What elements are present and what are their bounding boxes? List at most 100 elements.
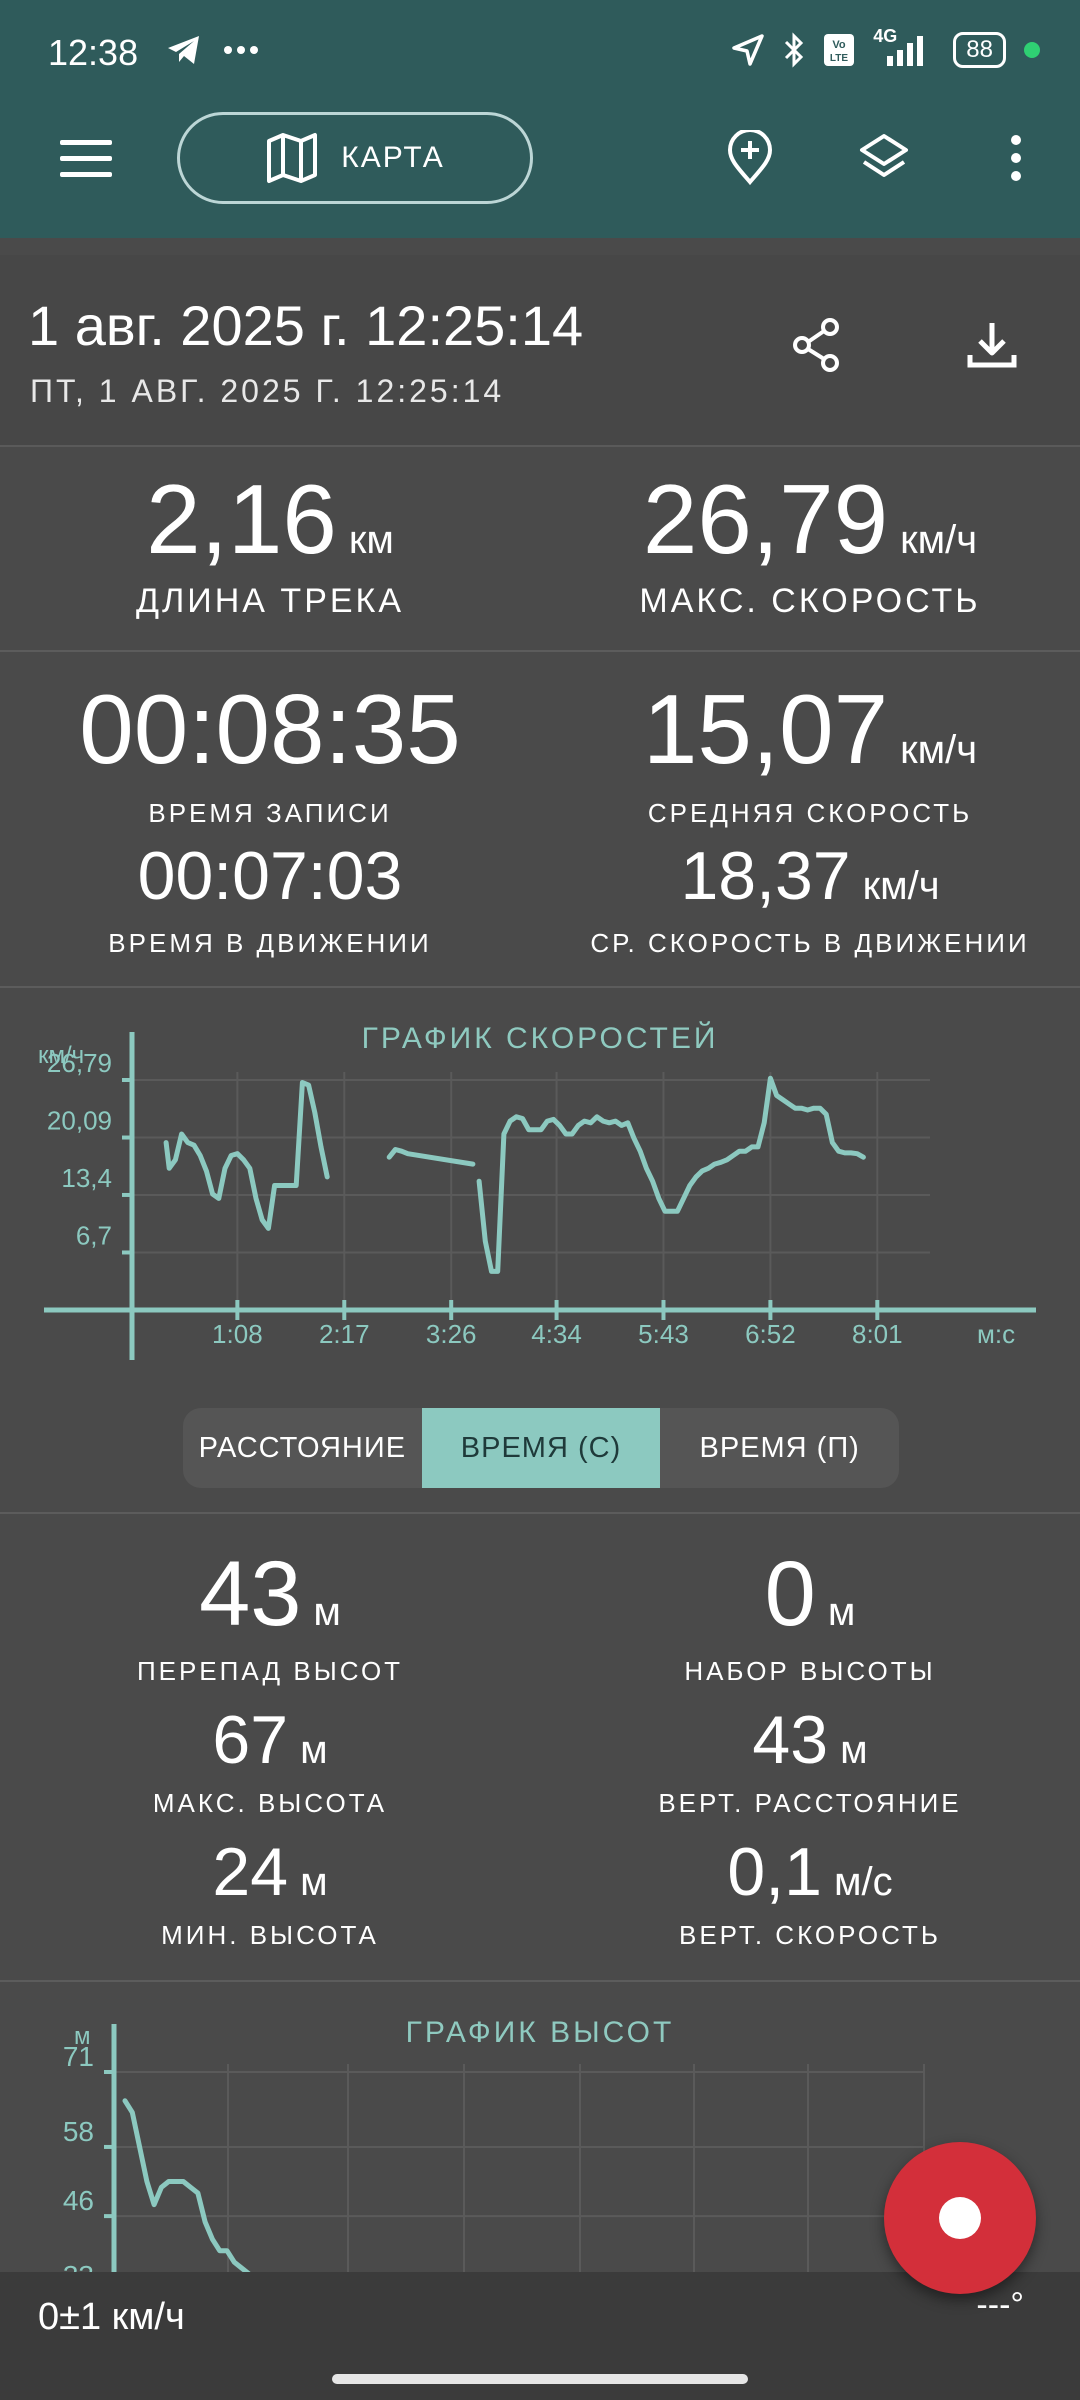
current-speed-readout: 0±1 км/ч	[38, 2296, 185, 2338]
track-header: 1 авг. 2025 г. 12:25:14 ПТ, 1 АВГ. 2025 …	[0, 255, 1080, 447]
chart-axis-toggle: РАССТОЯНИЕ ВРЕМЯ (С) ВРЕМЯ (П)	[183, 1408, 899, 1488]
svg-text:LTE: LTE	[830, 53, 848, 64]
add-location-icon[interactable]	[722, 130, 778, 186]
elev-gain-unit: м	[827, 1590, 856, 1634]
y-tick-label: 20,09	[47, 1106, 112, 1136]
vert-speed-value: 0,1	[727, 1834, 822, 1910]
y-tick-label: 71	[63, 2041, 94, 2072]
stat-track-length: 2,16 км ДЛИНА ТРЕКА	[0, 470, 540, 621]
x-tick-label: 3:26	[426, 1319, 477, 1349]
toolbar: КАРТА	[0, 110, 1080, 210]
y-tick-label: 33	[63, 2260, 94, 2272]
stat-elev-gain: 0м НАБОР ВЫСОТЫ	[540, 1548, 1080, 1687]
svg-text:Vo: Vo	[833, 39, 847, 51]
divider	[0, 650, 1080, 652]
moving-avg-speed-unit: км/ч	[862, 864, 940, 908]
divider	[0, 986, 1080, 988]
stat-elev-min: 24 м МИН. ВЫСОТА	[0, 1838, 540, 1951]
elev-max-unit: м	[300, 1728, 328, 1772]
elev-diff-label: ПЕРЕПАД ВЫСОТ	[136, 1656, 404, 1686]
more-options-icon[interactable]	[996, 130, 1036, 186]
x-tick-label: 6:52	[745, 1319, 796, 1349]
max-speed-label: МАКС. СКОРОСТЬ	[639, 582, 981, 620]
moving-time-label: ВРЕМЯ В ДВИЖЕНИИ	[108, 928, 432, 958]
track-date-subtitle: ПТ, 1 АВГ. 2025 Г. 12:25:14	[30, 373, 505, 409]
track-length-label: ДЛИНА ТРЕКА	[135, 582, 405, 620]
elev-diff-value: 43	[199, 1543, 302, 1645]
privacy-dot	[1024, 42, 1040, 58]
max-speed-unit: км/ч	[900, 518, 978, 562]
speed-series-line	[386, 1147, 476, 1167]
top-app-bar: 12:38 Vo LTE 4G 88 КАРТА	[0, 0, 1080, 238]
elev-gain-label: НАБОР ВЫСОТЫ	[684, 1656, 936, 1686]
stat-elev-diff: 43 м ПЕРЕПАД ВЫСОТ	[0, 1548, 540, 1687]
stat-moving-time: 00:07:03 ВРЕМЯ В ДВИЖЕНИИ	[0, 842, 540, 959]
stat-vert-speed: 0,1 м/с ВЕРТ. СКОРОСТЬ	[540, 1838, 1080, 1951]
stat-record-time: 00:08:35 ВРЕМЯ ЗАПИСИ	[0, 680, 540, 829]
share-icon[interactable]	[786, 315, 846, 375]
battery-indicator: 88	[953, 32, 1006, 68]
bottom-info-bar: 0±1 км/ч ---°	[0, 2272, 1080, 2400]
divider	[0, 1980, 1080, 1982]
heading-readout: ---°	[976, 2286, 1024, 2324]
elev-min-unit: м	[300, 1860, 328, 1904]
y-tick-label: 13,4	[61, 1163, 112, 1193]
y-tick-label: 46	[63, 2185, 94, 2216]
tab-distance[interactable]: РАССТОЯНИЕ	[183, 1408, 422, 1488]
record-time-label: ВРЕМЯ ЗАПИСИ	[148, 798, 392, 828]
tab-time-c[interactable]: ВРЕМЯ (С)	[421, 1408, 661, 1488]
stat-elev-max: 67 м МАКС. ВЫСОТА	[0, 1706, 540, 1819]
y-tick-label: 26,79	[47, 1048, 112, 1078]
elev-max-value: 67	[212, 1702, 289, 1778]
stat-max-speed: 26,79 км/ч МАКС. СКОРОСТЬ	[540, 470, 1080, 621]
telegram-icon	[168, 36, 199, 64]
map-button-label: КАРТА	[341, 141, 445, 174]
elev-min-value: 24	[212, 1834, 289, 1910]
record-button[interactable]	[884, 2142, 1036, 2294]
vert-dist-value: 43	[752, 1702, 829, 1778]
speed-series-line	[163, 1080, 330, 1231]
record-icon	[939, 2197, 981, 2239]
moving-avg-speed-label: СР. СКОРОСТЬ В ДВИЖЕНИИ	[590, 928, 1030, 958]
status-time: 12:38	[48, 32, 139, 73]
x-axis-label: м:с	[977, 1319, 1015, 1349]
vert-speed-unit: м/с	[833, 1860, 893, 1904]
download-icon[interactable]	[962, 315, 1022, 375]
track-length-value: 2,16	[146, 464, 337, 574]
x-tick-label: 4:34	[531, 1319, 582, 1349]
stat-moving-avg-speed: 18,37 км/ч СР. СКОРОСТЬ В ДВИЖЕНИИ	[540, 842, 1080, 959]
elev-min-label: МИН. ВЫСОТА	[161, 1920, 379, 1950]
elev-diff-unit: м	[313, 1590, 341, 1634]
elevation-series-line	[122, 2098, 251, 2272]
layers-icon[interactable]	[856, 130, 912, 186]
record-time-value: 00:08:35	[79, 674, 461, 784]
moving-time-value: 00:07:03	[137, 838, 403, 914]
menu-icon[interactable]	[60, 140, 112, 180]
status-bar: 12:38 Vo LTE 4G 88	[48, 26, 1040, 78]
elev-max-label: МАКС. ВЫСОТА	[152, 1788, 388, 1818]
speed-chart[interactable]: км/чм:с6,713,420,0926,791:08 2:17 3:26 4:34…	[0, 1020, 1080, 1370]
speed-series-line	[476, 1075, 866, 1274]
divider	[0, 1512, 1080, 1514]
track-date-title: 1 авг. 2025 г. 12:25:14	[28, 294, 584, 357]
more-notifications-icon	[224, 46, 258, 54]
stat-avg-speed: 15,07 км/ч СРЕДНЯЯ СКОРОСТЬ	[540, 680, 1080, 829]
location-icon	[732, 34, 765, 66]
signal-icon: 4G	[873, 26, 935, 68]
x-tick-label: 8:01	[852, 1319, 903, 1349]
y-tick-label: 6,7	[76, 1220, 112, 1250]
vert-dist-unit: м	[840, 1728, 868, 1772]
map-button[interactable]: КАРТА	[177, 112, 533, 204]
bluetooth-icon	[785, 32, 804, 68]
tab-time-p[interactable]: ВРЕМЯ (П)	[660, 1408, 899, 1488]
x-tick-label: 2:17	[319, 1319, 370, 1349]
vert-speed-label: ВЕРТ. СКОРОСТЬ	[678, 1920, 941, 1950]
avg-speed-unit: км/ч	[900, 728, 978, 772]
volte-icon: Vo LTE	[824, 34, 855, 66]
map-icon	[267, 133, 318, 183]
x-tick-label: 5:43	[638, 1319, 689, 1349]
max-speed-value: 26,79	[642, 464, 889, 574]
avg-speed-value: 15,07	[642, 674, 889, 784]
y-tick-label: 58	[63, 2116, 94, 2147]
home-indicator[interactable]	[332, 2374, 748, 2384]
